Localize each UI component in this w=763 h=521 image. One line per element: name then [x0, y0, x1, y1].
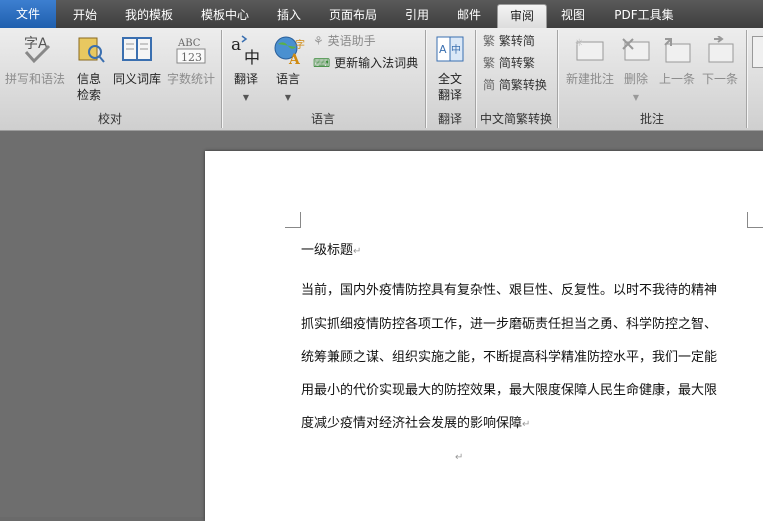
translation-group-label: 翻译	[437, 112, 462, 126]
tab-pdf-tools[interactable]: PDF工具集	[604, 4, 684, 28]
update-ime-label: 更新输入法词典	[334, 56, 419, 70]
body-line[interactable]: 抓实抓细疫情防控各项工作，进一步磨砺责任担当之勇、科学防控之智、	[301, 313, 717, 332]
update-ime-dictionary-button[interactable]: ⌨ 更新输入法词典	[313, 54, 418, 72]
english-assistant-label: 英语助手	[327, 34, 376, 48]
crop-mark-top-left	[285, 212, 301, 228]
translate-button[interactable]: a 中 翻译 ▼	[226, 32, 266, 104]
delete-comment-icon	[622, 38, 650, 61]
tab-view[interactable]: 视图	[552, 4, 594, 28]
previous-label: 上一条	[658, 72, 695, 86]
research-label-1: 信息	[76, 72, 101, 86]
translate-dropdown-arrow[interactable]: ▼	[226, 90, 266, 105]
tab-template-center[interactable]: 模板中心	[192, 4, 258, 28]
document-heading[interactable]: 一级标题↵	[301, 239, 361, 258]
spelling-grammar-button[interactable]: 字A 拼写和语法	[2, 32, 68, 92]
previous-comment-button[interactable]: 上一条	[656, 32, 698, 92]
trad-to-simp-icon: 繁	[483, 34, 496, 48]
research-button[interactable]: 信息 检索	[70, 32, 108, 102]
delete-label: 删除	[623, 72, 648, 86]
simp-to-trad-icon: 繁	[483, 56, 496, 70]
delete-dropdown-arrow[interactable]: ▼	[618, 90, 654, 105]
chinese-convert-label: 简繁转换	[498, 78, 547, 92]
svg-text:字: 字	[295, 38, 305, 51]
full-text-translate-button[interactable]: A 中 全文 翻译	[430, 32, 470, 106]
ribbon-tab-bar: 文件 开始 我的模板 模板中心 插入 页面布局 引用 邮件 审阅 视图 PDF工…	[0, 0, 763, 29]
delete-comment-button[interactable]: 删除 ▼	[618, 32, 654, 104]
tab-review[interactable]: 审阅	[497, 4, 547, 29]
chinese-convert-icon: 简	[483, 78, 496, 92]
english-assistant-button[interactable]: ⚘ 英语助手	[313, 32, 376, 50]
tab-home[interactable]: 开始	[62, 4, 108, 28]
thesaurus-label: 同义词库	[112, 72, 161, 86]
svg-text:a: a	[231, 35, 241, 55]
new-comment-icon: ✳	[575, 38, 604, 61]
new-comment-label: 新建批注	[565, 72, 614, 86]
full-translate-label-1: 全文	[437, 72, 462, 86]
traditional-to-simplified-button[interactable]: 繁 繁转简	[483, 32, 535, 50]
simplified-to-traditional-button[interactable]: 繁 简转繁	[483, 54, 535, 72]
full-text-translate-icon: A 中	[436, 36, 464, 62]
svg-text:中: 中	[451, 43, 461, 56]
svg-text:中: 中	[244, 48, 260, 66]
next-comment-icon	[708, 36, 734, 63]
crop-mark-top-right	[747, 212, 763, 228]
spelling-check-icon: 字A	[24, 36, 51, 64]
tab-mailings[interactable]: 邮件	[448, 4, 490, 28]
svg-text:123: 123	[181, 51, 202, 64]
previous-comment-icon	[664, 38, 691, 63]
next-comment-button[interactable]: 下一条	[699, 32, 741, 92]
new-comment-button[interactable]: ✳ 新建批注	[562, 32, 618, 92]
tab-references[interactable]: 引用	[396, 4, 438, 28]
trad-to-simp-label: 繁转简	[498, 34, 535, 48]
language-globe-icon: A 字	[274, 36, 305, 66]
comments-group-label: 批注	[639, 112, 664, 126]
paragraph-mark: ↵	[353, 246, 362, 257]
spelling-label: 拼写和语法	[4, 72, 65, 86]
empty-paragraph-mark[interactable]: ↵	[455, 452, 463, 463]
body-line[interactable]: 统筹兼顾之谋、组织实施之能，不断提高科学精准防控水平，我们一定能	[301, 346, 717, 365]
svg-text:A: A	[288, 52, 301, 66]
full-translate-label-2: 翻译	[437, 88, 462, 102]
research-label-2: 检索	[76, 88, 101, 102]
word-count-button[interactable]: ABC 123 字数统计	[164, 32, 218, 92]
tab-page-layout[interactable]: 页面布局	[320, 4, 386, 28]
next-label: 下一条	[701, 72, 738, 86]
chinese-convert-button[interactable]: 简 简繁转换	[483, 76, 547, 94]
english-assistant-icon: ⚘	[313, 34, 324, 48]
word-count-icon: ABC 123	[176, 38, 206, 64]
simp-to-trad-label: 简转繁	[498, 56, 535, 70]
svg-text:A: A	[439, 43, 447, 56]
last-line-text: 度减少疫情对经济社会发展的影响保障	[301, 416, 523, 431]
thesaurus-button[interactable]: 同义词库	[110, 32, 164, 92]
research-book-icon	[78, 37, 105, 63]
svg-text:✳: ✳	[575, 38, 583, 49]
svg-text:ABC: ABC	[177, 38, 201, 49]
translate-label: 翻译	[233, 72, 258, 86]
body-line[interactable]: 用最小的代价实现最大的防控效果，最大限度保障人民生命健康，最大限	[301, 379, 717, 398]
tab-file[interactable]: 文件	[0, 0, 56, 28]
body-line-last[interactable]: 度减少疫情对经济社会发展的影响保障↵	[301, 412, 530, 431]
heading-text: 一级标题	[301, 243, 354, 258]
tab-insert[interactable]: 插入	[268, 4, 310, 28]
language-button[interactable]: A 字 语言 ▼	[268, 32, 308, 104]
language-dropdown-arrow[interactable]: ▼	[268, 90, 308, 105]
ime-dictionary-icon: ⌨	[313, 56, 331, 70]
chinese-conversion-group-label: 中文简繁转换	[479, 112, 552, 126]
language-label: 语言	[275, 72, 300, 86]
tab-my-templates[interactable]: 我的模板	[116, 4, 182, 28]
language-group-label: 语言	[310, 112, 335, 126]
track-changes-icon[interactable]	[752, 36, 763, 68]
thesaurus-book-icon	[122, 37, 152, 61]
group-separator	[746, 30, 747, 128]
translate-icon: a 中	[231, 35, 260, 66]
proofing-group-label: 校对	[97, 112, 122, 126]
document-page[interactable]	[205, 151, 763, 521]
word-count-label: 字数统计	[166, 72, 215, 86]
paragraph-mark: ↵	[522, 419, 531, 430]
ribbon-panel: 字A 拼写和语法 信息 检索 同义词库 ABC 123 字数统计 校对 a 中 …	[0, 28, 763, 131]
body-line[interactable]: 当前，国内外疫情防控具有复杂性、艰巨性、反复性。以时不我待的精神	[301, 279, 717, 298]
